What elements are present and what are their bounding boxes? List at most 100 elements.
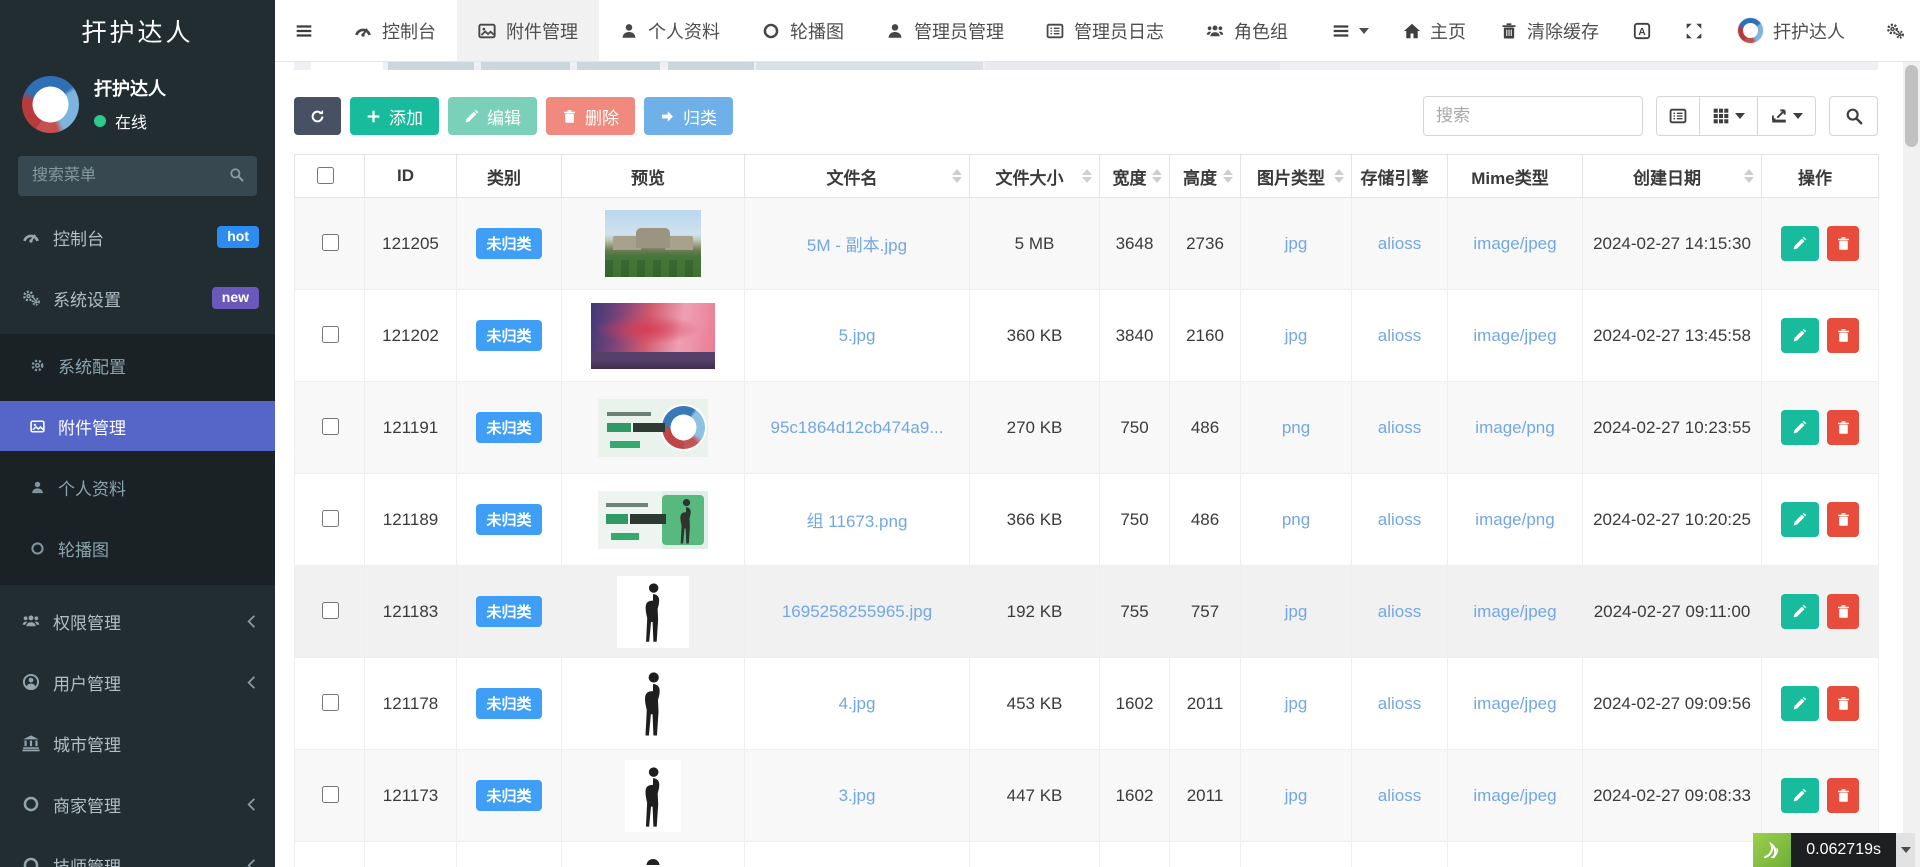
sort-icon[interactable]: [1223, 169, 1233, 183]
filename-link[interactable]: 组 11673.png: [807, 512, 908, 531]
column-header-mime[interactable]: Mime类型: [1448, 155, 1583, 198]
row-edit-button[interactable]: [1781, 502, 1819, 537]
storage-link[interactable]: alioss: [1378, 326, 1421, 345]
tab-profile[interactable]: 个人资料: [599, 0, 741, 61]
mime-link[interactable]: image/png: [1475, 418, 1554, 437]
preview-image[interactable]: [598, 491, 708, 549]
sort-icon[interactable]: [1334, 169, 1344, 183]
preview-image[interactable]: [598, 399, 708, 457]
row-checkbox[interactable]: [322, 510, 339, 527]
row-checkbox[interactable]: [322, 602, 339, 619]
edit-button[interactable]: 编辑: [448, 97, 537, 135]
column-header-created[interactable]: 创建日期: [1583, 155, 1762, 198]
row-checkbox[interactable]: [322, 786, 339, 803]
column-header-filesize[interactable]: 文件大小: [970, 155, 1100, 198]
row-delete-button[interactable]: [1827, 778, 1859, 813]
preview-image[interactable]: [591, 303, 715, 369]
imagetype-link[interactable]: png: [1282, 418, 1310, 437]
row-edit-button[interactable]: [1781, 226, 1819, 261]
sidebar-item-permission[interactable]: 权限管理: [0, 596, 275, 646]
storage-link[interactable]: alioss: [1378, 418, 1421, 437]
search-icon[interactable]: [229, 167, 244, 182]
storage-link[interactable]: alioss: [1378, 602, 1421, 621]
detail-view-button[interactable]: [1656, 96, 1700, 136]
row-edit-button[interactable]: [1781, 686, 1819, 721]
language-button[interactable]: [1616, 0, 1668, 61]
tab-admin-management[interactable]: 管理员管理: [865, 0, 1025, 61]
row-checkbox[interactable]: [322, 694, 339, 711]
settings-button[interactable]: [1862, 0, 1914, 61]
sidebar-item-system-config[interactable]: 系统配置: [0, 340, 275, 390]
row-edit-button[interactable]: [1781, 318, 1819, 353]
column-header-filename[interactable]: 文件名: [745, 155, 970, 198]
row-delete-button[interactable]: [1827, 226, 1859, 261]
sidebar-search-input[interactable]: [18, 156, 257, 196]
mime-link[interactable]: image/jpeg: [1473, 234, 1556, 253]
imagetype-link[interactable]: jpg: [1285, 326, 1308, 345]
sort-icon[interactable]: [1152, 169, 1162, 183]
vertical-scrollbar[interactable]: [1903, 62, 1920, 867]
tab-attachment[interactable]: 附件管理: [457, 0, 599, 61]
column-header-width[interactable]: 宽度: [1100, 155, 1170, 198]
sort-icon[interactable]: [1744, 169, 1754, 183]
imagetype-link[interactable]: jpg: [1285, 694, 1308, 713]
sort-icon[interactable]: [952, 169, 962, 183]
tab-list-dropdown-button[interactable]: [1315, 0, 1386, 61]
storage-link[interactable]: alioss: [1378, 694, 1421, 713]
tab-role-group[interactable]: 角色组: [1185, 0, 1309, 61]
row-delete-button[interactable]: [1827, 410, 1859, 445]
home-button[interactable]: 主页: [1386, 0, 1483, 61]
filename-link[interactable]: 5.jpg: [839, 326, 876, 345]
sidebar-item-city-management[interactable]: 城市管理: [0, 718, 275, 768]
filename-link[interactable]: 3.jpg: [839, 786, 876, 805]
tab-admin-log[interactable]: 管理员日志: [1025, 0, 1185, 61]
imagetype-link[interactable]: jpg: [1285, 602, 1308, 621]
filename-link[interactable]: 4.jpg: [839, 694, 876, 713]
mime-link[interactable]: image/jpeg: [1473, 694, 1556, 713]
table-search-input[interactable]: [1423, 96, 1643, 136]
sidebar-item-merchant-management[interactable]: 商家管理: [0, 779, 275, 829]
row-delete-button[interactable]: [1827, 686, 1859, 721]
sidebar-item-console[interactable]: 控制台 hot: [0, 212, 275, 262]
row-delete-button[interactable]: [1827, 502, 1859, 537]
sidebar-item-attachment[interactable]: 附件管理: [0, 401, 275, 451]
fullscreen-button[interactable]: [1668, 0, 1720, 61]
column-header-preview[interactable]: 预览: [562, 155, 745, 198]
mime-link[interactable]: image/jpeg: [1473, 326, 1556, 345]
row-checkbox[interactable]: [322, 234, 339, 251]
sidebar-item-carousel[interactable]: 轮播图: [0, 523, 275, 573]
tab-carousel[interactable]: 轮播图: [741, 0, 865, 61]
row-delete-button[interactable]: [1827, 594, 1859, 629]
search-toggle-button[interactable]: [1829, 96, 1878, 136]
imagetype-link[interactable]: png: [1282, 510, 1310, 529]
mime-link[interactable]: image/jpeg: [1473, 786, 1556, 805]
sidebar-toggle-button[interactable]: [275, 0, 333, 61]
delete-button[interactable]: 删除: [546, 97, 635, 135]
storage-link[interactable]: alioss: [1378, 510, 1421, 529]
thinkphp-logo-icon[interactable]: [1753, 833, 1791, 867]
mime-link[interactable]: image/jpeg: [1473, 602, 1556, 621]
user-menu[interactable]: 扞护达人: [1720, 0, 1862, 61]
preview-image[interactable]: [605, 210, 701, 277]
scrollbar-thumb[interactable]: [1905, 65, 1918, 147]
column-header-storage[interactable]: 存储引擎: [1352, 155, 1448, 198]
column-header-id[interactable]: ID: [365, 155, 457, 198]
sidebar-item-technician-management[interactable]: 技师管理: [0, 840, 275, 867]
row-delete-button[interactable]: [1827, 318, 1859, 353]
mime-link[interactable]: image/png: [1475, 510, 1554, 529]
preview-image[interactable]: [625, 760, 681, 832]
filename-link[interactable]: 1695258255965.jpg: [782, 602, 932, 621]
classify-button[interactable]: 归类: [644, 97, 733, 135]
clear-cache-button[interactable]: 清除缓存: [1483, 0, 1616, 61]
add-button[interactable]: 添加: [350, 97, 439, 135]
tab-console[interactable]: 控制台: [333, 0, 457, 61]
filename-link[interactable]: 95c1864d12cb474a9...: [771, 418, 944, 437]
row-edit-button[interactable]: [1781, 778, 1819, 813]
row-checkbox[interactable]: [322, 418, 339, 435]
sidebar-item-user-management[interactable]: 用户管理: [0, 657, 275, 707]
debugbar-toggle[interactable]: [1896, 833, 1915, 867]
sidebar-item-profile[interactable]: 个人资料: [0, 462, 275, 512]
export-dropdown-button[interactable]: [1757, 96, 1816, 136]
preview-image[interactable]: [617, 576, 689, 648]
column-header-imagetype[interactable]: 图片类型: [1241, 155, 1352, 198]
